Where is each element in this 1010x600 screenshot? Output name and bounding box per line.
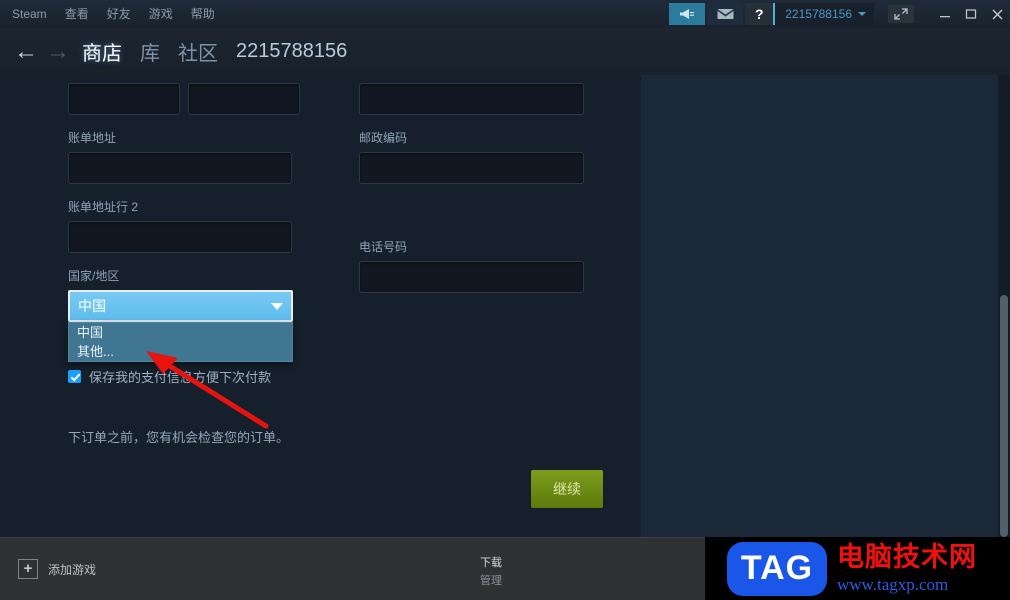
save-payment-label: 保存我的支付信息方便下次付款 [89, 370, 272, 385]
continue-button[interactable]: 继续 [531, 470, 603, 508]
country-select-wrapper: 中国 中国 其他... [68, 290, 293, 362]
checkout-form-panel: 账单地址 账单地址行 2 国家/地区 中国 中国 其他... 邮政编码 电话号码… [26, 75, 641, 537]
plus-icon: + [18, 559, 38, 579]
menu-item-help[interactable]: 帮助 [191, 0, 215, 28]
add-game-label: 添加游戏 [48, 562, 97, 577]
downloads-subtitle: 管理 [480, 575, 502, 587]
country-select-value: 中国 [78, 298, 106, 314]
continue-button-wrapper: 继续 [531, 470, 603, 508]
minimize-icon [940, 16, 950, 18]
maximize-icon [965, 9, 977, 19]
title-bar-right-controls: ? 2215788156 [669, 0, 1010, 28]
menu-item-steam[interactable]: Steam [12, 0, 47, 28]
close-button[interactable] [984, 0, 1010, 28]
last-name-input[interactable] [188, 83, 300, 115]
mail-button[interactable] [707, 3, 744, 25]
postal-code-input[interactable] [359, 152, 584, 184]
menu-item-friends[interactable]: 好友 [107, 0, 131, 28]
nav-link-community[interactable]: 社区 [178, 37, 218, 66]
billing-address-2-input[interactable] [68, 221, 292, 253]
order-review-note: 下订单之前，您有机会检查您的订单。 [68, 430, 290, 445]
fullscreen-button[interactable] [888, 5, 914, 23]
account-name-label: 2215788156 [785, 7, 852, 21]
add-game-button[interactable]: + 添加游戏 [18, 559, 96, 579]
country-dropdown-menu: 中国 其他... [68, 322, 293, 362]
left-gutter [0, 75, 26, 537]
watermark-text-group: 电脑技术网 www.tagxp.com [837, 542, 977, 594]
country-option-china[interactable]: 中国 [69, 323, 292, 342]
close-icon [992, 9, 1002, 19]
chevron-down-icon [858, 12, 866, 16]
chevron-down-icon [271, 302, 283, 310]
nav-link-library[interactable]: 库 [140, 37, 160, 66]
nav-back-button[interactable]: ← [10, 28, 42, 75]
title-bar: Steam 查看 好友 游戏 帮助 ? 2215788156 [0, 0, 1010, 28]
help-account-group: ? 2215788156 [745, 3, 874, 25]
downloads-status[interactable]: 下载 管理 [480, 554, 502, 588]
navigation-bar: ← → 商店 库 社区 2215788156 [0, 28, 1010, 75]
page-scrollbar-track[interactable] [998, 75, 1010, 537]
page-scrollbar-thumb[interactable] [1000, 295, 1008, 537]
maximize-button[interactable] [958, 0, 984, 28]
downloads-title: 下载 [480, 557, 502, 569]
nav-forward-button[interactable]: → [42, 28, 74, 75]
billing-address-label: 账单地址 [68, 131, 117, 145]
menu-item-games[interactable]: 游戏 [149, 0, 173, 28]
nav-link-store[interactable]: 商店 [82, 37, 122, 66]
help-button[interactable]: ? [745, 3, 774, 25]
envelope-icon [716, 9, 734, 19]
bottom-status-bar: + 添加游戏 下载 管理 TAG 电脑技术网 www.tagxp.com [0, 537, 1010, 600]
country-select[interactable]: 中国 [68, 290, 293, 322]
megaphone-icon [680, 9, 695, 19]
billing-address-group: 账单地址 [68, 129, 348, 184]
name-row [68, 83, 348, 115]
menu-item-view[interactable]: 查看 [65, 0, 89, 28]
form-column-right: 邮政编码 电话号码 [359, 83, 619, 307]
country-option-other[interactable]: 其他... [69, 342, 292, 361]
watermark-site-name: 电脑技术网 [837, 542, 977, 572]
phone-label: 电话号码 [359, 240, 408, 254]
menu-bar: Steam 查看 好友 游戏 帮助 [0, 0, 215, 28]
expand-diagonal-icon [894, 8, 908, 20]
checkmark-icon [68, 370, 81, 383]
first-name-input[interactable] [68, 83, 180, 115]
billing-address-input[interactable] [68, 152, 292, 184]
window-controls [888, 0, 1010, 28]
steam-client-window: Steam 查看 好友 游戏 帮助 ? 2215788156 ← → 商店 库 … [0, 0, 1010, 600]
save-payment-checkbox-row[interactable]: 保存我的支付信息方便下次付款 [68, 367, 271, 386]
city-group [359, 83, 619, 115]
minimize-button[interactable] [932, 0, 958, 28]
form-column-left: 账单地址 账单地址行 2 国家/地区 中国 中国 其他... [68, 83, 348, 362]
billing-address-2-group: 账单地址行 2 [68, 198, 348, 253]
broadcast-button[interactable] [669, 3, 706, 25]
page-body: 账单地址 账单地址行 2 国家/地区 中国 中国 其他... 邮政编码 电话号码… [0, 75, 1010, 537]
watermark-url: www.tagxp.com [837, 575, 949, 594]
postal-code-label: 邮政编码 [359, 131, 408, 145]
nav-link-profile[interactable]: 2215788156 [236, 40, 347, 63]
billing-address-2-label: 账单地址行 2 [68, 200, 139, 214]
account-menu-button[interactable]: 2215788156 [775, 3, 874, 25]
country-label: 国家/地区 [68, 269, 120, 283]
country-group: 国家/地区 中国 中国 其他... [68, 267, 348, 362]
phone-input[interactable] [359, 261, 584, 293]
watermark-logo: TAG [727, 541, 827, 596]
phone-group: 电话号码 [359, 238, 619, 293]
postal-code-group: 邮政编码 [359, 129, 619, 184]
site-watermark: TAG 电脑技术网 www.tagxp.com [705, 537, 1010, 600]
city-input[interactable] [359, 83, 584, 115]
